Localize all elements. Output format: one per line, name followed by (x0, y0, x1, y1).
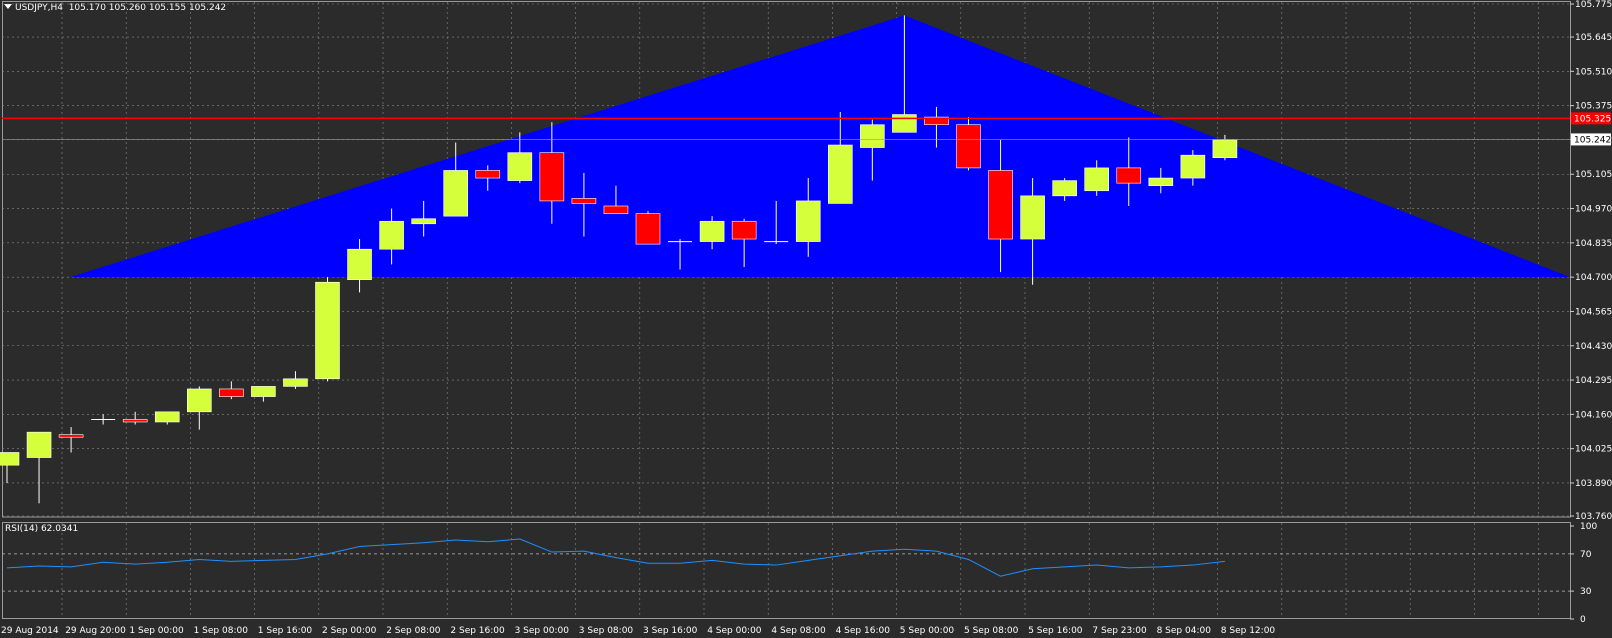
x-tick-label: 1 Sep 16:00 (258, 626, 313, 636)
x-tick-label: 29 Aug 2014 (1, 626, 59, 636)
candle-bull (187, 388, 212, 413)
candle-bear (1116, 167, 1142, 184)
x-tick-label: 3 Sep 00:00 (515, 626, 570, 636)
y-tick-label: 104.700 (1575, 273, 1612, 283)
chart-canvas[interactable]: 105.775 105.645 105.510 105.375 105.242 105.1… (0, 0, 1612, 638)
x-tick-label: 5 Sep 16:00 (1028, 626, 1083, 636)
x-tick-label: 2 Sep 08:00 (386, 626, 441, 636)
candle-bull (1180, 154, 1206, 179)
candle-bear (122, 419, 148, 423)
candle-bear (58, 434, 84, 438)
candle-bull (1084, 167, 1109, 192)
candle-bull (1020, 195, 1045, 240)
candle-bull (1148, 177, 1174, 186)
candle-bull (507, 152, 533, 181)
y-tick-label: 104.295 (1575, 376, 1612, 386)
candle-bear (731, 220, 757, 240)
candle-bull (154, 411, 180, 423)
y-tick-label: 105.105 (1575, 170, 1612, 180)
x-tick-label: 7 Sep 23:00 (1092, 626, 1147, 636)
y-tick-label: 104.970 (1575, 205, 1612, 215)
candle-bear (571, 198, 597, 204)
rsi-tick-label: 100 (1580, 522, 1597, 532)
x-tick-label: 5 Sep 08:00 (964, 626, 1019, 636)
candle-bull (26, 431, 52, 458)
candle-bear (956, 124, 981, 169)
candle-bull (892, 114, 917, 133)
candle-bear (219, 388, 244, 397)
candle-bull (283, 378, 308, 387)
y-tick-label: 105.375 (1575, 102, 1612, 112)
y-tick-label: 103.890 (1575, 479, 1612, 489)
candle-bull (1052, 180, 1077, 197)
candle-bear (603, 205, 629, 214)
candle-bear (475, 170, 501, 179)
y-tick-label: 105.645 (1575, 33, 1612, 43)
x-tick-label: 8 Sep 04:00 (1157, 626, 1212, 636)
x-tick-label: 4 Sep 16:00 (836, 626, 891, 636)
rsi-line (6, 538, 1225, 577)
rsi-tick-label: 0 (1580, 615, 1586, 625)
current-price-label: 105.242 (1574, 135, 1611, 145)
candle-bear (988, 170, 1013, 240)
candle-bear (539, 152, 565, 202)
x-tick-label: 4 Sep 08:00 (771, 626, 826, 636)
candle-bull (827, 144, 853, 204)
y-tick-label: 104.025 (1575, 445, 1612, 455)
x-tick-label: 5 Sep 00:00 (900, 626, 955, 636)
rsi-panel-frame (2, 522, 1571, 619)
x-tick-label: 8 Sep 12:00 (1221, 626, 1276, 636)
y-tick-label: 103.760 (1575, 512, 1612, 522)
x-tick-label: 4 Sep 00:00 (707, 626, 762, 636)
y-tick-label: 105.775 (1575, 0, 1612, 10)
candle-bull (0, 452, 20, 466)
x-tick-label: 1 Sep 08:00 (194, 626, 249, 636)
resistance-price-label: 105.325 (1574, 114, 1611, 124)
x-tick-label: 3 Sep 08:00 (579, 626, 634, 636)
candle-bull (315, 281, 340, 380)
candle-bear (635, 213, 661, 245)
candle-bull (1212, 139, 1238, 159)
candle-bull (860, 124, 885, 148)
y-tick-label: 104.430 (1575, 342, 1612, 352)
y-tick-label: 104.160 (1575, 410, 1612, 420)
rsi-tick-label: 30 (1580, 587, 1592, 597)
candle-bull (443, 170, 469, 217)
candle-bull (411, 218, 436, 225)
x-tick-label: 29 Aug 20:00 (65, 626, 126, 636)
candle-bull (347, 248, 372, 280)
candle-bull (795, 200, 821, 242)
x-tick-label: 3 Sep 16:00 (643, 626, 698, 636)
x-tick-label: 1 Sep 00:00 (129, 626, 184, 636)
candle-bull (251, 386, 276, 397)
y-tick-label: 104.565 (1575, 307, 1612, 317)
y-tick-label: 105.510 (1575, 67, 1612, 77)
x-tick-label: 2 Sep 16:00 (450, 626, 505, 636)
candle-bull (379, 220, 404, 250)
x-tick-label: 2 Sep 00:00 (322, 626, 377, 636)
candle-bull (699, 220, 725, 242)
rsi-tick-label: 70 (1580, 550, 1592, 560)
y-tick-label: 104.835 (1575, 239, 1612, 249)
